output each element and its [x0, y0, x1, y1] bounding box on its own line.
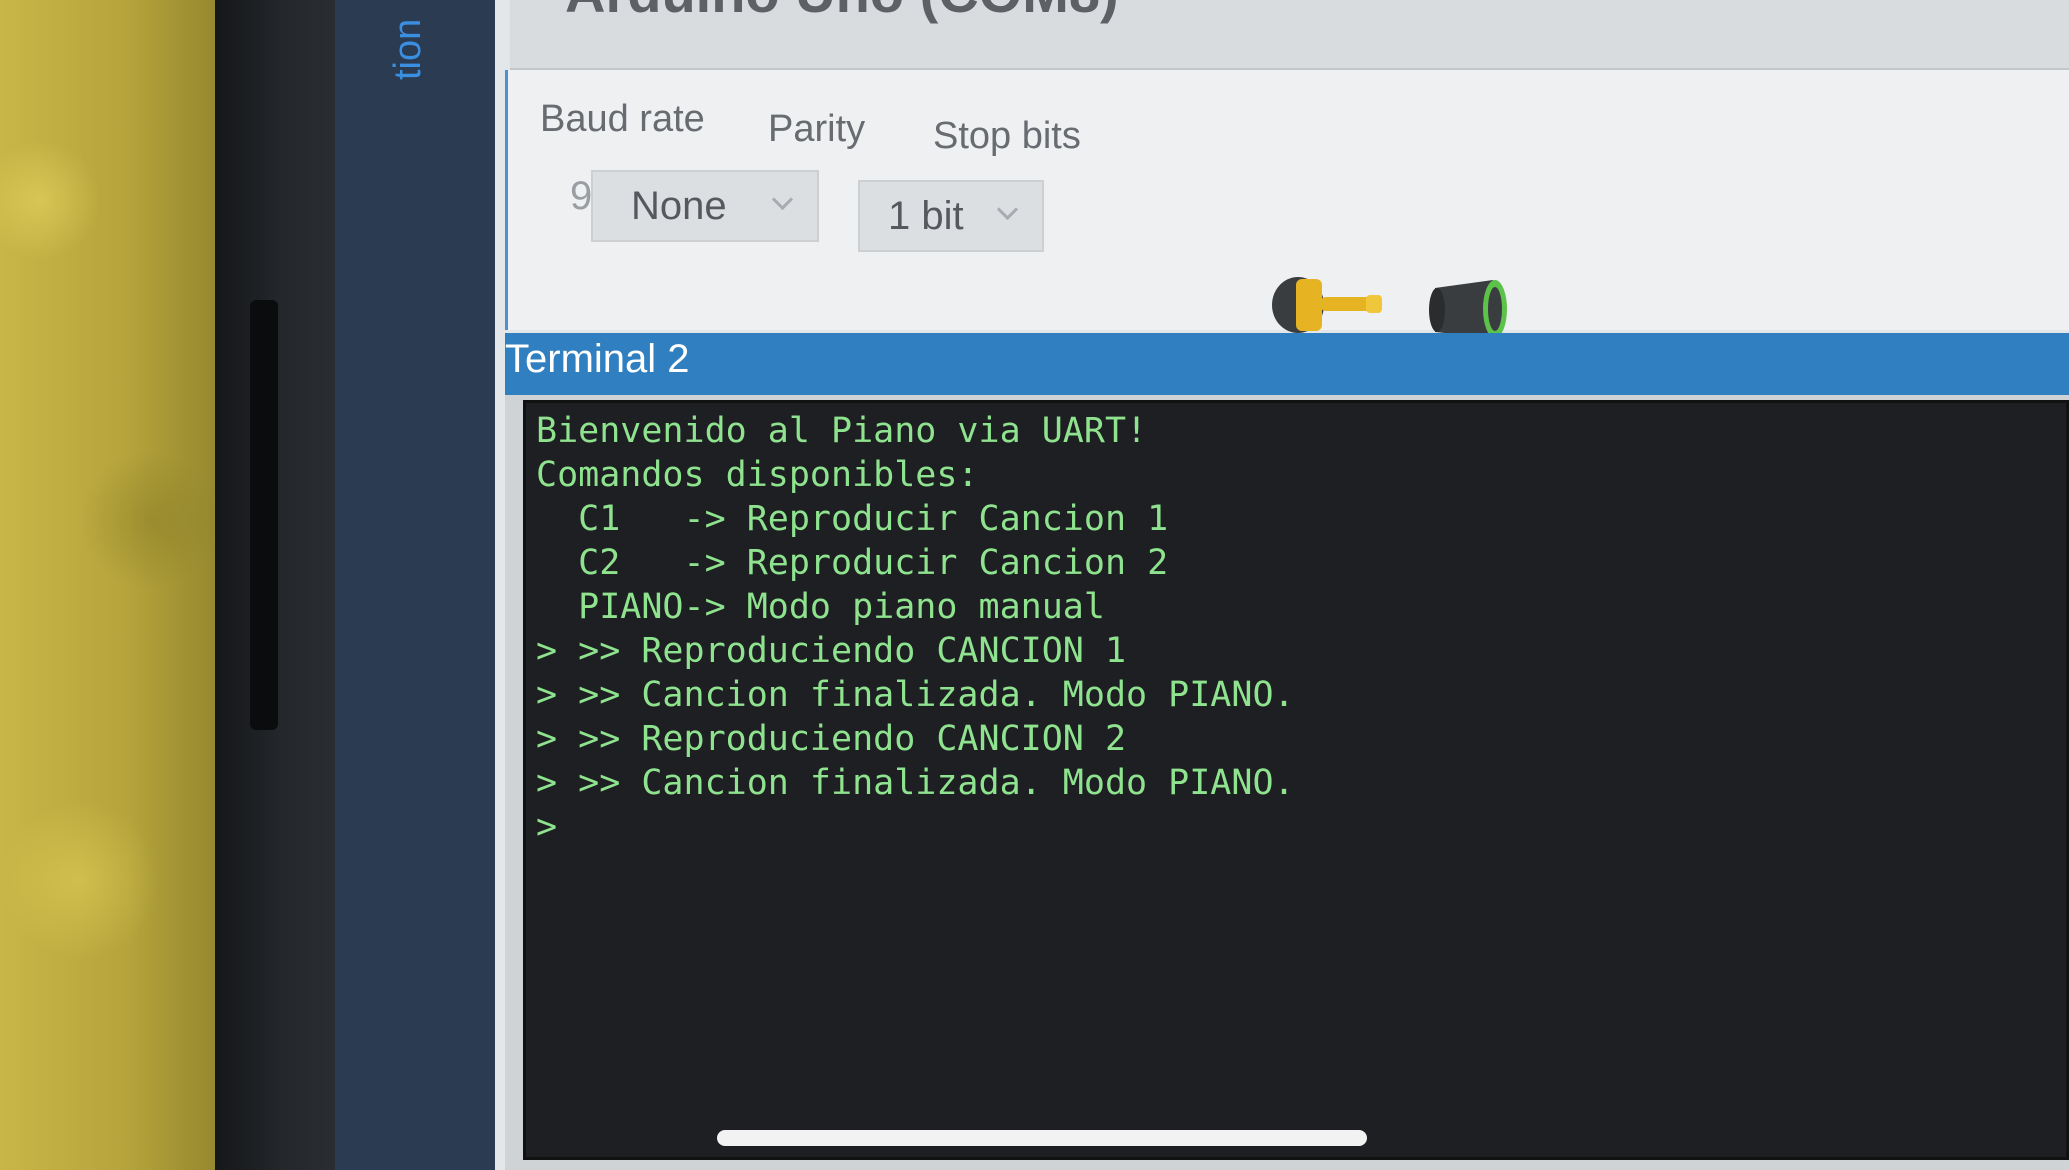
device-title: Arduino Uno (COM8)	[565, 0, 1119, 25]
terminal-line: Bienvenido al Piano via UART!	[536, 411, 1148, 451]
terminal-line: > >> Cancion finalizada. Modo PIANO.	[536, 763, 1295, 803]
chevron-down-icon	[767, 188, 803, 224]
terminal-line: > >> Cancion finalizada. Modo PIANO.	[536, 675, 1295, 715]
terminal-line: Comandos disponibles:	[536, 455, 979, 495]
terminal-frame: Bienvenido al Piano via UART! Comandos d…	[505, 395, 2069, 1170]
stop-bits-dropdown[interactable]: 1 bit	[858, 180, 1044, 252]
parity-value: None	[631, 183, 727, 228]
serial-monitor-app: Arduino Uno (COM8) Baud rate Parity Stop…	[495, 0, 2069, 1170]
terminal-titlebar: Terminal 2	[505, 333, 2069, 395]
terminal-title: Terminal 2	[505, 337, 690, 381]
terminal-line: > >> Reproduciendo CANCION 2	[536, 719, 1127, 759]
parity-label: Parity	[768, 108, 866, 150]
terminal-line: PIANO-> Modo piano manual	[536, 587, 1105, 627]
serial-settings-panel: Baud rate Parity Stop bits 9600 None 1 b…	[505, 70, 2069, 338]
sidebar-label[interactable]: tion	[388, 0, 428, 80]
device-header: Arduino Uno (COM8)	[510, 0, 2069, 70]
terminal-line: > >> Reproduciendo CANCION 1	[536, 631, 1127, 671]
terminal-prompt: >	[536, 807, 558, 847]
home-indicator[interactable]	[717, 1130, 1367, 1146]
chevron-down-icon	[992, 198, 1028, 234]
sidebar	[335, 0, 495, 1170]
baud-rate-label: Baud rate	[540, 98, 705, 140]
bezel-slot	[250, 300, 278, 730]
terminal-line: C2 -> Reproducir Cancion 2	[536, 543, 1169, 583]
terminal-line: C1 -> Reproducir Cancion 1	[536, 499, 1169, 539]
desk-surface	[0, 0, 235, 1170]
stop-bits-value: 1 bit	[888, 193, 964, 238]
stop-bits-label: Stop bits	[933, 115, 1081, 157]
parity-dropdown[interactable]: None	[591, 170, 819, 242]
terminal-output[interactable]: Bienvenido al Piano via UART! Comandos d…	[523, 400, 2069, 1160]
